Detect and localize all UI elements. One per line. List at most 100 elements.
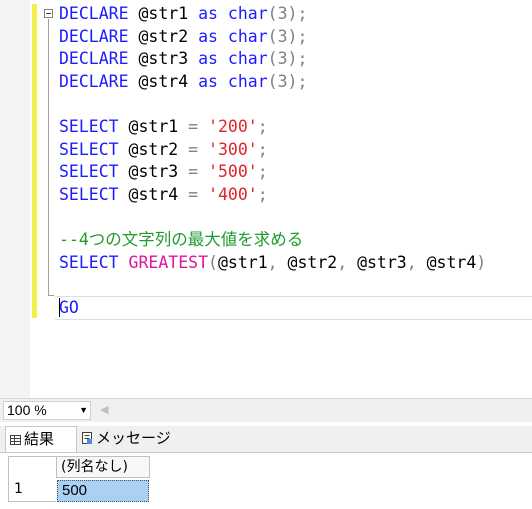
code-token: ; <box>257 116 268 136</box>
query-editor[interactable]: DECLARE @str1 as char(3); DECLARE @str2 a… <box>0 0 532 398</box>
code-token: @str4 <box>128 71 199 91</box>
code-line[interactable]: DECLARE @str2 as char(3); <box>59 26 532 49</box>
tab-messages[interactable]: メッセージ <box>80 426 171 452</box>
code-token: DECLARE <box>59 49 129 69</box>
code-token: ; <box>257 162 268 182</box>
zoom-level: 100 % <box>7 402 47 418</box>
code-token: @str3 <box>357 252 407 272</box>
chevron-down-icon[interactable]: ▼ <box>79 402 88 419</box>
code-line[interactable] <box>59 274 532 297</box>
code-token: as <box>198 49 218 69</box>
result-cell[interactable]: 500 <box>57 480 149 502</box>
code-line[interactable]: SELECT @str3 = '500'; <box>59 161 532 184</box>
code-token: @str1 <box>217 252 268 272</box>
code-token: SELECT <box>59 116 119 136</box>
code-token: @str4 <box>118 184 189 204</box>
code-token: (3); <box>267 71 308 91</box>
code-token: char <box>227 71 268 91</box>
code-token: = <box>188 139 199 159</box>
code-token: GREATEST <box>128 252 209 272</box>
code-token: = <box>188 116 199 136</box>
code-line[interactable] <box>59 93 532 116</box>
code-line[interactable]: DECLARE @str4 as char(3); <box>59 71 532 94</box>
code-token: as <box>198 71 218 91</box>
code-token: ; <box>257 139 268 159</box>
code-token: --4つの文字列の最大値を求める <box>59 229 304 249</box>
code-line[interactable]: GO <box>59 297 532 320</box>
code-token: '500' <box>208 162 258 182</box>
code-token: SELECT <box>59 139 119 159</box>
code-line[interactable]: DECLARE @str1 as char(3); <box>59 3 532 26</box>
code-token: (3); <box>267 4 308 23</box>
code-token: SELECT <box>59 162 119 182</box>
code-token: (3); <box>267 49 308 69</box>
code-token: @str3 <box>118 162 189 182</box>
grid-icon <box>10 428 21 452</box>
code-token: DECLARE <box>59 4 129 23</box>
column-header[interactable]: (列名なし) <box>56 456 150 478</box>
code-token: char <box>227 26 268 46</box>
code-line[interactable]: SELECT @str4 = '400'; <box>59 184 532 207</box>
code-token: @str1 <box>118 116 189 136</box>
code-token: = <box>188 162 199 182</box>
editor-gutter <box>0 0 30 398</box>
code-token: @str2 <box>128 26 199 46</box>
code-lines[interactable]: DECLARE @str1 as char(3); DECLARE @str2 a… <box>59 3 532 319</box>
zoom-bar: 100 % ▼ ◀ <box>0 398 532 422</box>
outline-guide-end <box>48 295 54 296</box>
code-line[interactable] <box>59 206 532 229</box>
text-cursor <box>59 298 60 317</box>
code-token: '300' <box>208 139 258 159</box>
scroll-left-icon[interactable]: ◀ <box>100 403 108 417</box>
code-token: GO <box>59 297 79 317</box>
code-token: @str1 <box>128 4 199 23</box>
code-token: '400' <box>208 184 258 204</box>
code-token: , <box>406 252 427 272</box>
code-line[interactable]: --4つの文字列の最大値を求める <box>59 229 532 252</box>
code-line[interactable]: SELECT GREATEST(@str1, @str2, @str3, @st… <box>59 252 532 275</box>
code-token: @str4 <box>426 252 477 272</box>
code-token: ( <box>208 252 218 272</box>
code-line[interactable]: DECLARE @str3 as char(3); <box>59 48 532 71</box>
code-token: @str2 <box>287 252 338 272</box>
tab-messages-label: メッセージ <box>96 429 171 447</box>
code-token: as <box>198 4 218 23</box>
code-token: '200' <box>208 116 258 136</box>
zoom-dropdown[interactable]: 100 % ▼ <box>3 401 91 420</box>
results-tabs: 結果 メッセージ <box>0 426 532 452</box>
code-token: DECLARE <box>59 26 129 46</box>
code-token: DECLARE <box>59 71 129 91</box>
code-token: @str2 <box>118 139 189 159</box>
code-token: char <box>227 4 268 23</box>
code-token: = <box>188 184 199 204</box>
code-token: ; <box>257 184 268 204</box>
tab-results-label: 結果 <box>24 430 55 448</box>
code-token: SELECT <box>59 252 119 272</box>
code-line[interactable]: SELECT @str1 = '200'; <box>59 116 532 139</box>
code-token: ) <box>476 252 487 272</box>
messages-icon <box>82 427 93 451</box>
code-token: char <box>227 49 268 69</box>
code-token: SELECT <box>59 184 119 204</box>
row-header[interactable]: 1 <box>8 478 56 502</box>
code-token: @str3 <box>128 49 199 69</box>
tab-results[interactable]: 結果 <box>5 426 77 452</box>
code-token: (3); <box>267 26 308 46</box>
code-token: , <box>337 252 358 272</box>
outline-guide <box>48 19 49 296</box>
grid-corner[interactable] <box>8 456 56 478</box>
collapse-toggle-icon[interactable] <box>44 9 53 18</box>
code-line[interactable]: SELECT @str2 = '300'; <box>59 139 532 162</box>
code-token: as <box>198 26 218 46</box>
code-token: , <box>267 252 288 272</box>
results-grid: (列名なし) 1 500 <box>0 452 532 509</box>
